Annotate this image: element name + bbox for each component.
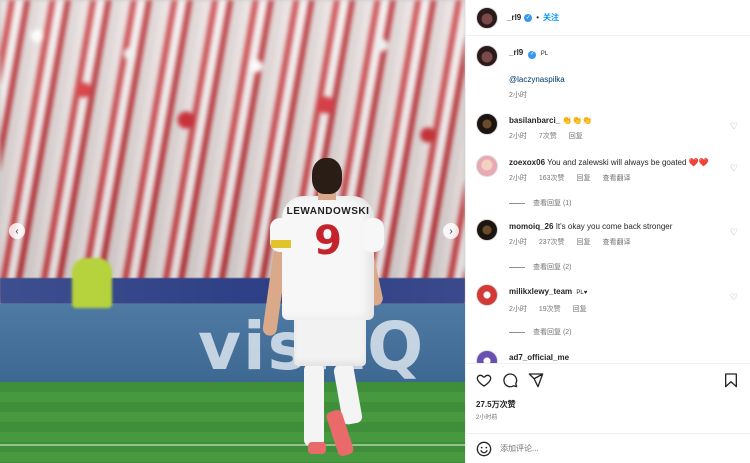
verified-badge-icon: ✓ (524, 13, 533, 22)
translate-button[interactable]: 查看翻译 (602, 175, 630, 182)
comment-text: You and zalewski will always be goated ❤… (547, 158, 709, 167)
jersey-number: 9 (314, 218, 342, 264)
reply-button[interactable]: 回复 (569, 133, 583, 140)
player-figure: LEWANDOWSKI 9 (261, 156, 385, 458)
separator-dot: • (536, 13, 540, 22)
comment-likes[interactable]: 7次赞 (539, 133, 557, 140)
replies-divider (509, 266, 525, 268)
comment-likes[interactable]: 163次赞 (539, 175, 565, 182)
comment-text: It's okay you come back stronger (555, 222, 673, 231)
instagram-post-modal: visitQ LEWANDOWSKI 9 ‹ › (0, 0, 750, 463)
previous-image-button[interactable]: ‹ (9, 223, 25, 239)
jersey-name: LEWANDOWSKI (286, 206, 370, 217)
view-replies-button[interactable]: 查看回复 (2) (509, 262, 572, 272)
commenter-avatar[interactable] (476, 350, 498, 363)
comment-input[interactable]: 添加评论... (500, 443, 539, 454)
reply-button[interactable]: 回复 (577, 175, 591, 182)
player-left-boot (308, 442, 326, 454)
reply-button[interactable]: 回复 (573, 306, 587, 313)
post-header: _rl9 ✓ • 关注 (466, 0, 750, 36)
comment-bubble-icon[interactable] (502, 372, 518, 388)
caption-author-avatar[interactable] (476, 45, 498, 67)
post-time: 2小时前 (476, 415, 498, 421)
pitch (0, 382, 465, 463)
comment-text: 👏👏👏 (562, 116, 593, 125)
save-bookmark-icon[interactable] (723, 372, 739, 388)
next-image-button[interactable]: › (443, 223, 459, 239)
commenter-username[interactable]: milikxlewy_team (509, 287, 572, 296)
commenter-username[interactable]: basilanbarci_ (509, 116, 560, 125)
comment-time: 2小时 (509, 175, 527, 182)
like-comment-heart-icon[interactable]: ♡ (730, 227, 738, 238)
chevron-right-icon: › (449, 225, 453, 237)
crowd-background (0, 0, 465, 300)
player-left-leg (304, 364, 324, 446)
post-actions: 27.5万次赞 2小时前 (466, 363, 750, 433)
commenter-username[interactable]: zoexox06 (509, 158, 545, 167)
like-comment-heart-icon[interactable]: ♡ (730, 121, 738, 132)
player-head (312, 158, 342, 194)
view-replies-label[interactable]: 查看回复 (2) (533, 327, 572, 337)
caption-badge: PL (540, 51, 549, 57)
view-replies-label[interactable]: 查看回复 (1) (533, 198, 572, 208)
steward-figure (72, 258, 112, 308)
commenter-badge: PL♥ (576, 290, 588, 296)
comments-list[interactable]: _rl9 ✓ PL @laczynaspilka 2小时 basilanbarc… (466, 37, 750, 363)
commenter-username[interactable]: momoiq_26 (509, 222, 553, 231)
comment-time: 2小时 (509, 239, 527, 246)
post-image[interactable]: visitQ LEWANDOWSKI 9 ‹ › (0, 0, 465, 463)
like-heart-icon[interactable] (476, 372, 492, 388)
share-send-icon[interactable] (528, 372, 544, 388)
post-details-panel: _rl9 ✓ • 关注 _rl9 ✓ PL @laczynaspilka 2小时 (465, 0, 750, 463)
caption-mention[interactable]: @laczynaspilka (509, 74, 741, 85)
comment-likes[interactable]: 237次赞 (539, 239, 565, 246)
chevron-left-icon: ‹ (15, 225, 19, 237)
comment-time: 2小时 (509, 306, 527, 313)
likes-count[interactable]: 27.5万次赞 (476, 399, 516, 410)
replies-divider (509, 331, 525, 333)
comment-time: 2小时 (509, 133, 527, 140)
verified-badge-icon: ✓ (528, 50, 537, 59)
author-avatar[interactable] (476, 6, 498, 29)
caption-username[interactable]: _rl9 (509, 48, 523, 57)
author-username[interactable]: _rl9 (507, 13, 521, 22)
comment-composer: 添加评论... (466, 433, 750, 463)
caption-time: 2小时 (509, 92, 527, 99)
follow-button[interactable]: 关注 (543, 12, 559, 23)
commenter-avatar[interactable] (476, 113, 498, 135)
reply-button[interactable]: 回复 (577, 239, 591, 246)
commenter-avatar[interactable] (476, 155, 498, 177)
comment-likes[interactable]: 19次赞 (539, 306, 561, 313)
replies-divider (509, 202, 525, 204)
player-shorts (294, 314, 366, 366)
like-comment-heart-icon[interactable]: ♡ (730, 163, 738, 174)
emoji-picker-icon[interactable] (476, 441, 492, 457)
commenter-avatar[interactable] (476, 284, 498, 306)
view-replies-button[interactable]: 查看回复 (2) (509, 327, 572, 337)
like-comment-heart-icon[interactable]: ♡ (730, 292, 738, 303)
view-replies-button[interactable]: 查看回复 (1) (509, 198, 572, 208)
commenter-avatar[interactable] (476, 219, 498, 241)
commenter-username[interactable]: ad7_official_me (509, 353, 569, 362)
stadium-boards (0, 278, 465, 304)
view-replies-label[interactable]: 查看回复 (2) (533, 262, 572, 272)
pitch-line (0, 444, 465, 446)
translate-button[interactable]: 查看翻译 (602, 239, 630, 246)
